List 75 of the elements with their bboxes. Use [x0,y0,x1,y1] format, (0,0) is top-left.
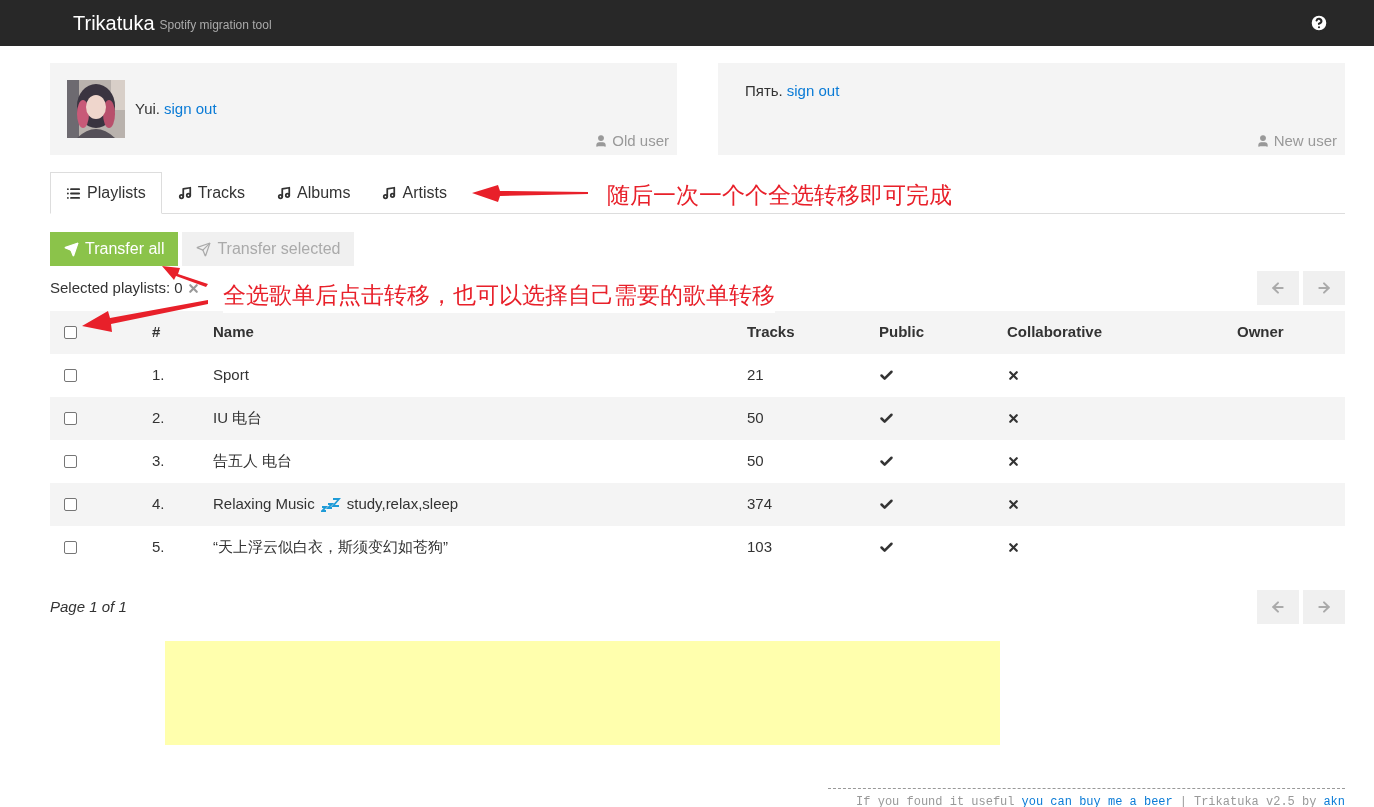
cross-icon [1007,412,1020,425]
footer-text: If you found it useful [856,794,1015,807]
user-icon [1255,133,1270,148]
music-icon [277,186,292,200]
user-icon [594,133,609,148]
arrow-left-icon [1270,280,1286,296]
playlist-name: study,relax,sleep [346,494,459,515]
column-header[interactable]: Public [879,321,1007,344]
sign-out-link[interactable]: sign out [786,79,840,103]
playlist-name: IU 电台 [213,408,263,429]
table-cell-text: 50 [747,408,765,429]
table-cell-text: 1. [152,365,166,386]
user-role: New user [1273,130,1337,151]
tab[interactable]: Artists [366,172,463,214]
sign-out-link[interactable]: sign out [164,97,217,121]
separator: | [1179,794,1187,807]
check-icon [879,540,894,555]
playlist-name: Sport [213,365,249,386]
tab[interactable]: Playlists [50,172,162,214]
send-icon [64,241,79,257]
cross-icon [1007,455,1020,468]
table-cell-text: 103 [747,537,774,558]
author-link[interactable]: akn [1323,793,1345,807]
playlist-name: “天上浮云似白衣，斯须变幻如苍狗” [213,537,448,558]
music-icon [382,186,397,200]
arrow-right-icon [1316,599,1332,615]
user-name: Yui. [135,98,161,119]
checkbox[interactable] [64,326,77,339]
column-header[interactable]: Name [213,321,747,344]
checkbox[interactable] [64,412,77,425]
playlist-name: 告五人 电台 [213,451,293,472]
brand[interactable]: Trikatuka [73,8,155,38]
table-cell-text: 5. [152,537,166,558]
user-name: Пять. [745,80,783,101]
selected-count: Selected playlists: 0 [50,277,183,298]
arrow-left-icon [1270,599,1286,615]
user-role: Old user [612,130,669,151]
check-icon [879,454,894,469]
page-indicator: Page 1 of 1 [50,596,127,617]
checkbox[interactable] [64,541,77,554]
check-icon [879,411,894,426]
table-cell-text: 21 [747,365,765,386]
clear-icon[interactable] [186,281,200,295]
annotation-text: 随后一次一个个全选转移即可完成 [607,181,952,210]
tagline: Spotify migration tool [159,17,272,34]
cross-icon [1007,498,1020,511]
version-text: Trikatuka v2.5 by [1193,794,1317,807]
cross-icon [1007,369,1020,382]
beer-link[interactable]: you can buy me a beer [1021,793,1173,807]
column-header[interactable]: Collaborative [1007,321,1237,344]
column-header[interactable]: Owner [1237,321,1345,344]
checkbox[interactable] [64,498,77,511]
table-cell-text: 50 [747,451,765,472]
playlist-name: Relaxing Music [213,494,315,515]
checkbox[interactable] [64,369,77,382]
list-icon [66,185,81,201]
table-cell-text: 4. [152,494,166,515]
music-icon [177,186,192,200]
check-icon [879,368,894,383]
column-header[interactable]: # [152,321,213,344]
tab[interactable]: Albums [261,172,367,214]
check-icon [879,497,894,512]
table-row[interactable]: 2. IU 电台 50 [50,397,1345,440]
table-cell-text: 3. [152,451,166,472]
send-icon [196,241,212,257]
sleep-icon [320,497,341,512]
table-row[interactable]: 4. Relaxing Music study,relax,sleep 374 [50,483,1345,526]
column-header[interactable]: Tracks [747,321,879,344]
checkbox[interactable] [64,455,77,468]
help-icon[interactable] [1309,13,1329,33]
tab[interactable]: Tracks [161,172,262,214]
table-cell-text: 374 [747,494,774,515]
table-cell-text: 2. [152,408,166,429]
cross-icon [1007,541,1020,554]
arrow-right-icon [1316,280,1332,296]
